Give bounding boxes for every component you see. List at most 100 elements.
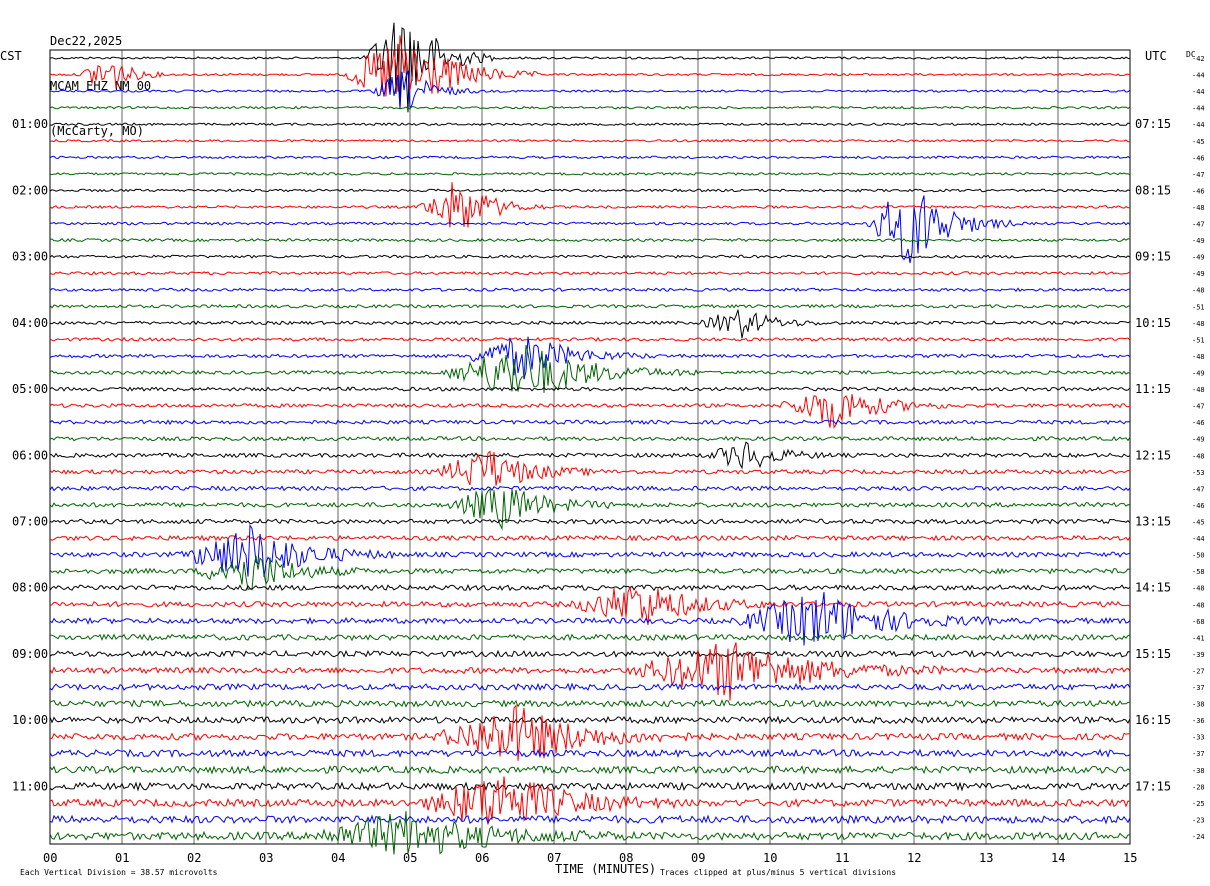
- dc-offset-label: -23: [1192, 816, 1205, 824]
- trace-row: [49, 534, 1131, 542]
- dc-offset-label: -46: [1192, 419, 1205, 427]
- dc-offset-label: -41: [1192, 634, 1205, 642]
- minute-gridlines: [121, 50, 1059, 844]
- dc-offset-label: -27: [1192, 667, 1205, 675]
- right-hour-label: 15:15: [1135, 647, 1171, 661]
- trace-row: [49, 642, 1131, 701]
- right-hour-label: 13:15: [1135, 514, 1171, 528]
- dc-offset-label: -51: [1192, 336, 1205, 344]
- dc-offset-label: -47: [1192, 171, 1205, 179]
- trace-row: [49, 336, 1131, 342]
- x-tick-label: 03: [259, 851, 273, 865]
- trace-row: [49, 309, 1131, 339]
- dc-offset-label: -37: [1192, 750, 1205, 758]
- dc-offset-label: -49: [1192, 254, 1205, 262]
- trace-row: [49, 254, 1131, 259]
- trace-row: [49, 583, 1131, 592]
- trace-row: [49, 195, 1131, 264]
- dc-offset-label: -47: [1192, 403, 1205, 411]
- dc-offset-label: -44: [1192, 72, 1205, 80]
- dc-offset-label: -25: [1192, 800, 1205, 808]
- trace-row: [49, 699, 1131, 708]
- trace-row: [49, 814, 1131, 825]
- dc-offset-label: -49: [1192, 370, 1205, 378]
- trace-row: [49, 344, 1131, 393]
- left-hour-label: 01:00: [12, 117, 48, 131]
- dc-offset-label: -48: [1192, 386, 1205, 394]
- dc-offset-label: -44: [1192, 121, 1205, 129]
- dc-offset-label: -45: [1192, 138, 1205, 146]
- left-hour-label: 03:00: [12, 250, 48, 264]
- x-tick-label: 12: [907, 851, 921, 865]
- dc-offset-label: -38: [1192, 701, 1205, 709]
- dc-offset-label: -51: [1192, 303, 1205, 311]
- trace-row: [49, 704, 1131, 761]
- right-zone-label: UTC: [1145, 49, 1167, 63]
- trace-row: [49, 122, 1131, 127]
- trace-row: [49, 441, 1131, 470]
- right-hour-label: 17:15: [1135, 779, 1171, 793]
- x-tick-label: 10: [763, 851, 777, 865]
- dc-offset-label: -36: [1192, 717, 1205, 725]
- dc-offset-label: -49: [1192, 436, 1205, 444]
- x-tick-label: 08: [619, 851, 633, 865]
- right-hour-label: 10:15: [1135, 316, 1171, 330]
- dc-offset-label: -46: [1192, 187, 1205, 195]
- right-hour-label: 11:15: [1135, 382, 1171, 396]
- x-tick-label: 11: [835, 851, 849, 865]
- trace-row: [49, 237, 1131, 243]
- trace-row: [49, 304, 1131, 309]
- trace-row: [49, 138, 1131, 143]
- dc-offset-label: -44: [1192, 88, 1205, 96]
- dc-offset-label: -38: [1192, 767, 1205, 775]
- right-hour-label: 14:15: [1135, 581, 1171, 595]
- dc-offset-label: -45: [1192, 518, 1205, 526]
- trace-row: [49, 781, 1131, 792]
- dc-offset-label: -48: [1192, 452, 1205, 460]
- trace-row: [49, 105, 1131, 110]
- dc-offset-label: -39: [1192, 651, 1205, 659]
- trace-row: [49, 485, 1131, 492]
- seismic-traces: [49, 22, 1131, 855]
- x-tick-label: 04: [331, 851, 345, 865]
- trace-row: [49, 155, 1131, 160]
- trace-row: [49, 419, 1131, 426]
- clip-note: Traces clipped at plus/minus 5 vertical …: [660, 868, 896, 877]
- left-hour-label: 09:00: [12, 647, 48, 661]
- x-tick-label: 05: [403, 851, 417, 865]
- trace-row: [49, 188, 1131, 193]
- dc-offset-label: -47: [1192, 221, 1205, 229]
- x-tick-label: 06: [475, 851, 489, 865]
- trace-row: [49, 386, 1131, 392]
- left-hour-label: 10:00: [12, 713, 48, 727]
- trace-row: [49, 649, 1131, 658]
- dc-offset-label: -44: [1192, 105, 1205, 113]
- plot-frame: [49, 49, 1131, 845]
- left-hour-label: 04:00: [12, 316, 48, 330]
- x-tick-label: 01: [115, 851, 129, 865]
- trace-row: [49, 172, 1131, 176]
- dc-offset-label: -46: [1192, 154, 1205, 162]
- left-hour-label: 07:00: [12, 514, 48, 528]
- trace-row: [49, 35, 1131, 97]
- left-hour-label: 06:00: [12, 448, 48, 462]
- x-tick-label: 15: [1123, 851, 1137, 865]
- trace-row: [49, 633, 1131, 642]
- dc-offset-label: -47: [1192, 485, 1205, 493]
- x-tick-label: 02: [187, 851, 201, 865]
- trace-row: [49, 287, 1131, 293]
- dc-offset-label: -46: [1192, 502, 1205, 510]
- dc-offset-label: -49: [1192, 270, 1205, 278]
- trace-row: [49, 764, 1131, 775]
- right-hour-label: 09:15: [1135, 250, 1171, 264]
- left-hour-label: 05:00: [12, 382, 48, 396]
- dc-offset-label: -58: [1192, 568, 1205, 576]
- trace-row: [49, 270, 1131, 276]
- dc-offset-label: -48: [1192, 287, 1205, 295]
- x-tick-label: 07: [547, 851, 561, 865]
- dc-offset-label: -24: [1192, 833, 1205, 841]
- x-tick-label: 00: [43, 851, 57, 865]
- right-hour-label: 07:15: [1135, 117, 1171, 131]
- x-tick-label: 14: [1051, 851, 1065, 865]
- vertical-division-note: Each Vertical Division = 38.57 microvolt…: [20, 868, 218, 877]
